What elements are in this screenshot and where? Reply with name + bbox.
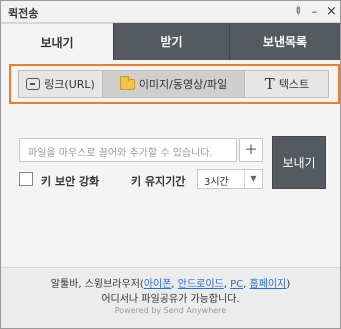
key-security-label: 키 보안 강화 <box>41 175 100 188</box>
text-icon: T <box>264 75 275 93</box>
link-android[interactable]: 안드로이드 <box>178 279 224 290</box>
close-icon[interactable]: × <box>324 4 339 19</box>
send-button[interactable]: 보내기 <box>272 136 326 189</box>
link-iphone[interactable]: 아이폰 <box>144 279 172 290</box>
tab-receive[interactable]: 받기 <box>113 23 229 60</box>
tab-sent-list[interactable]: 보낸목록 <box>229 23 340 60</box>
mode-file-label: 이미지/동영상/파일 <box>138 78 228 91</box>
tab-send[interactable]: 보내기 <box>1 23 113 60</box>
folder-icon <box>119 75 135 90</box>
link-homepage[interactable]: 홈페이지 <box>250 279 287 290</box>
mode-file-button[interactable]: 이미지/동영상/파일 <box>103 71 245 97</box>
mode-selector: 링크(URL) 이미지/동영상/파일 T 텍스트 <box>18 70 329 98</box>
add-file-button[interactable]: + <box>239 138 263 162</box>
chevron-down-icon[interactable]: ▼ <box>244 170 262 188</box>
footer: 알툴바, 스윙브라우저(아이폰, 안드로이드, PC, 홈페이지) 어디서나 파… <box>1 267 340 328</box>
file-drop-field[interactable]: 파일을 마우스로 끌어와 추가할 수 있습니다. <box>19 138 237 162</box>
key-period-select[interactable]: 3시간 ▼ <box>197 169 263 189</box>
quick-send-window: 퀵전송 ✎ – × 보내기 받기 보낸목록 링크(URL) 이미지/동영상/파일… <box>0 0 341 329</box>
link-pc[interactable]: PC <box>230 279 243 290</box>
mode-link-button[interactable]: 링크(URL) <box>19 71 103 97</box>
key-security-checkbox[interactable] <box>19 172 33 186</box>
link-icon <box>26 78 41 90</box>
title-bar: 퀵전송 ✎ – × <box>1 1 340 23</box>
footer-line-share: 어디서나 파일공유가 가능합니다. <box>101 294 240 305</box>
mode-text-label: 텍스트 <box>278 78 310 91</box>
main-tabs: 보내기 받기 보낸목록 <box>1 23 340 60</box>
key-period-label: 키 유지기간 <box>131 175 186 188</box>
mode-text-button[interactable]: T 텍스트 <box>245 71 329 97</box>
window-title: 퀵전송 <box>8 7 39 20</box>
footer-suffix: ) <box>286 279 291 290</box>
footer-line-apps: 알툴바, 스윙브라우저(아이폰, 안드로이드, PC, 홈페이지) <box>50 279 291 290</box>
key-period-value: 3시간 <box>204 177 229 188</box>
footer-prefix: 알툴바, 스윙브라우저( <box>50 279 144 290</box>
pin-icon[interactable]: ✎ <box>287 1 308 22</box>
mode-link-label: 링크(URL) <box>44 78 95 91</box>
minimize-icon[interactable]: – <box>307 4 322 19</box>
powered-by: Powered by Send Anywhere <box>114 306 227 315</box>
mode-selector-highlight: 링크(URL) 이미지/동영상/파일 T 텍스트 <box>9 64 340 104</box>
